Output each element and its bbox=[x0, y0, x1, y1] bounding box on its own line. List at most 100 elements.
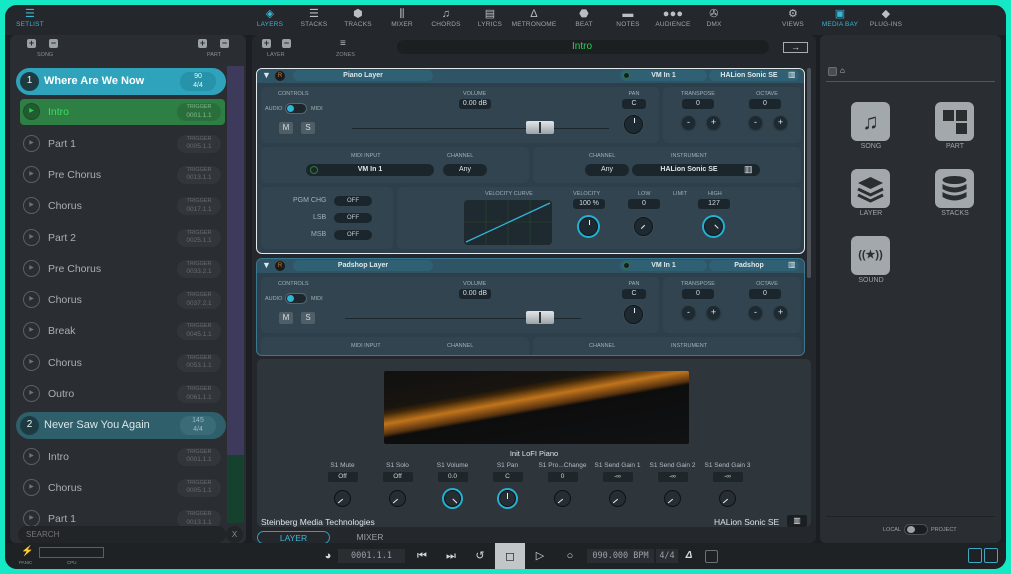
param-value[interactable]: -∞ bbox=[657, 472, 688, 482]
param-value[interactable]: -∞ bbox=[712, 472, 743, 482]
mute-button[interactable]: M bbox=[279, 312, 293, 324]
tab-tracks[interactable]: ⬢ TRACKS bbox=[335, 8, 381, 28]
transpose-plus-button[interactable]: + bbox=[707, 306, 720, 319]
tab-media-bay[interactable]: ▣ MEDIA BAY bbox=[817, 8, 863, 28]
clock-icon[interactable]: ◕ bbox=[322, 549, 334, 563]
part-item[interactable]: ▶ Intro TRIGGER 0001.1.1 bbox=[20, 444, 225, 470]
tempo-display[interactable]: 090.000 BPM bbox=[587, 549, 654, 563]
param-value[interactable]: C bbox=[492, 472, 523, 482]
pan-knob[interactable] bbox=[624, 305, 643, 324]
octave-plus-button[interactable]: + bbox=[774, 116, 787, 129]
param-value[interactable]: 0 bbox=[547, 472, 578, 482]
collapse-icon[interactable]: ▼ bbox=[262, 70, 271, 80]
play-part-icon[interactable]: ▶ bbox=[23, 322, 40, 340]
pgm-chg-toggle[interactable]: OFF bbox=[334, 196, 372, 206]
song-tile[interactable]: ♫ bbox=[851, 102, 890, 141]
transpose-value[interactable]: 0 bbox=[682, 99, 714, 109]
param-knob[interactable] bbox=[719, 490, 736, 507]
add-layer-button[interactable]: + bbox=[262, 39, 271, 48]
keyboard-icon[interactable]: ▥ bbox=[788, 70, 796, 79]
song-item[interactable]: 1 Where Are We Now 90 4/4 bbox=[16, 68, 226, 95]
left-panel-toggle-icon[interactable] bbox=[968, 548, 982, 563]
play-part-icon[interactable]: ▶ bbox=[23, 228, 40, 246]
play-part-icon[interactable]: ▶ bbox=[23, 259, 40, 277]
octave-plus-button[interactable]: + bbox=[774, 306, 787, 319]
pan-value[interactable]: C bbox=[622, 99, 646, 109]
panic-button[interactable]: ⚡ bbox=[21, 546, 33, 557]
audio-midi-toggle[interactable] bbox=[285, 293, 307, 304]
click-checkbox[interactable] bbox=[705, 550, 718, 563]
octave-minus-button[interactable]: - bbox=[749, 306, 762, 319]
stop-button[interactable]: ◻ bbox=[495, 543, 525, 569]
solo-button[interactable]: S bbox=[301, 122, 315, 134]
high-knob[interactable] bbox=[704, 217, 723, 236]
part-item[interactable]: ▶ Chorus TRIGGER 0037.2.1 bbox=[20, 287, 225, 313]
part-item[interactable]: ▶ Part 1 TRIGGER 0005.1.1 bbox=[20, 131, 225, 157]
layer-name[interactable]: Padshop Layer bbox=[293, 260, 433, 271]
play-part-icon[interactable]: ▶ bbox=[23, 385, 40, 402]
tab-audience[interactable]: ●●● AUDIENCE bbox=[650, 8, 696, 28]
param-knob[interactable] bbox=[554, 490, 571, 507]
octave-value[interactable]: 0 bbox=[749, 99, 781, 109]
transpose-minus-button[interactable]: - bbox=[682, 116, 695, 129]
clear-search-button[interactable]: X bbox=[226, 526, 243, 543]
param-knob[interactable] bbox=[499, 490, 516, 507]
header-midi-input[interactable]: VM In 1 bbox=[620, 260, 707, 271]
layers-scrollbar[interactable] bbox=[807, 68, 811, 278]
tab-lyrics[interactable]: ▤ LYRICS bbox=[467, 8, 513, 28]
play-button[interactable]: ▷ bbox=[531, 549, 549, 563]
tab-beat[interactable]: ⬣ BEAT bbox=[561, 8, 607, 28]
pan-value[interactable]: C bbox=[622, 289, 646, 299]
search-input[interactable] bbox=[18, 526, 226, 543]
tab-dmx[interactable]: ✇ DMX bbox=[691, 8, 737, 28]
mute-button[interactable]: M bbox=[279, 122, 293, 134]
tab-mixer[interactable]: ⫼ MIXER bbox=[379, 8, 425, 28]
sound-tile[interactable]: ((★)) bbox=[851, 236, 890, 275]
play-part-icon[interactable]: ▶ bbox=[23, 197, 40, 215]
volume-value[interactable]: 0.00 dB bbox=[459, 289, 491, 299]
channel-out-select[interactable]: Any bbox=[585, 164, 629, 176]
volume-fader-track[interactable] bbox=[352, 128, 617, 129]
channel-in-select[interactable]: Any bbox=[443, 164, 487, 176]
remove-song-button[interactable]: − bbox=[49, 39, 58, 48]
play-part-icon[interactable]: ▶ bbox=[23, 478, 40, 496]
tab-chords[interactable]: ♫ CHORDS bbox=[423, 8, 469, 28]
play-part-icon[interactable]: ▶ bbox=[23, 165, 40, 183]
tab-notes[interactable]: ▬ NOTES bbox=[605, 8, 651, 28]
play-part-icon[interactable]: ▶ bbox=[23, 447, 40, 465]
msb-toggle[interactable]: OFF bbox=[334, 230, 372, 240]
part-item[interactable]: ▶ Pre Chorus TRIGGER 0033.2.1 bbox=[20, 256, 225, 282]
param-knob[interactable] bbox=[609, 490, 626, 507]
param-value[interactable]: -∞ bbox=[602, 472, 633, 482]
part-item[interactable]: ▶ Outro TRIGGER 0061.1.1 bbox=[20, 381, 225, 407]
layer-tile[interactable] bbox=[851, 169, 890, 208]
select-checkbox[interactable] bbox=[828, 67, 837, 76]
next-part-button[interactable]: → bbox=[783, 42, 808, 53]
tab-plug-ins[interactable]: ◆ PLUG-INS bbox=[863, 8, 909, 28]
high-value[interactable]: 127 bbox=[698, 199, 730, 209]
loop-button[interactable]: ↺ bbox=[471, 549, 489, 563]
open-editor-icon[interactable]: ▥ bbox=[787, 515, 807, 527]
play-part-icon[interactable]: ▶ bbox=[23, 291, 40, 309]
position-display[interactable]: 0001.1.1 bbox=[338, 549, 405, 563]
record-button[interactable]: R bbox=[275, 261, 285, 271]
header-instrument[interactable]: Padshop bbox=[709, 260, 799, 271]
volume-value[interactable]: 0.00 dB bbox=[459, 99, 491, 109]
part-item[interactable]: ▶ Chorus TRIGGER 0005.1.1 bbox=[20, 475, 225, 501]
octave-minus-button[interactable]: - bbox=[749, 116, 762, 129]
keyboard-icon[interactable]: ▥ bbox=[788, 260, 796, 269]
header-instrument[interactable]: HALion Sonic SE bbox=[709, 70, 799, 81]
midi-input-select[interactable]: VM In 1 bbox=[306, 164, 434, 176]
header-midi-input[interactable]: VM In 1 bbox=[620, 70, 707, 81]
solo-button[interactable]: S bbox=[301, 312, 315, 324]
param-value[interactable]: Off bbox=[327, 472, 358, 482]
param-knob[interactable] bbox=[389, 490, 406, 507]
part-item[interactable]: ▶ Part 2 TRIGGER 0025.1.1 bbox=[20, 225, 225, 251]
part-item[interactable]: ▶ Break TRIGGER 0045.1.1 bbox=[20, 318, 225, 344]
add-song-button[interactable]: + bbox=[27, 39, 36, 48]
transpose-plus-button[interactable]: + bbox=[707, 116, 720, 129]
remove-layer-button[interactable]: − bbox=[282, 39, 291, 48]
velocity-value[interactable]: 100 % bbox=[573, 199, 605, 209]
forward-button[interactable]: ⏭ bbox=[442, 549, 460, 563]
stacks-tile[interactable] bbox=[935, 169, 974, 208]
